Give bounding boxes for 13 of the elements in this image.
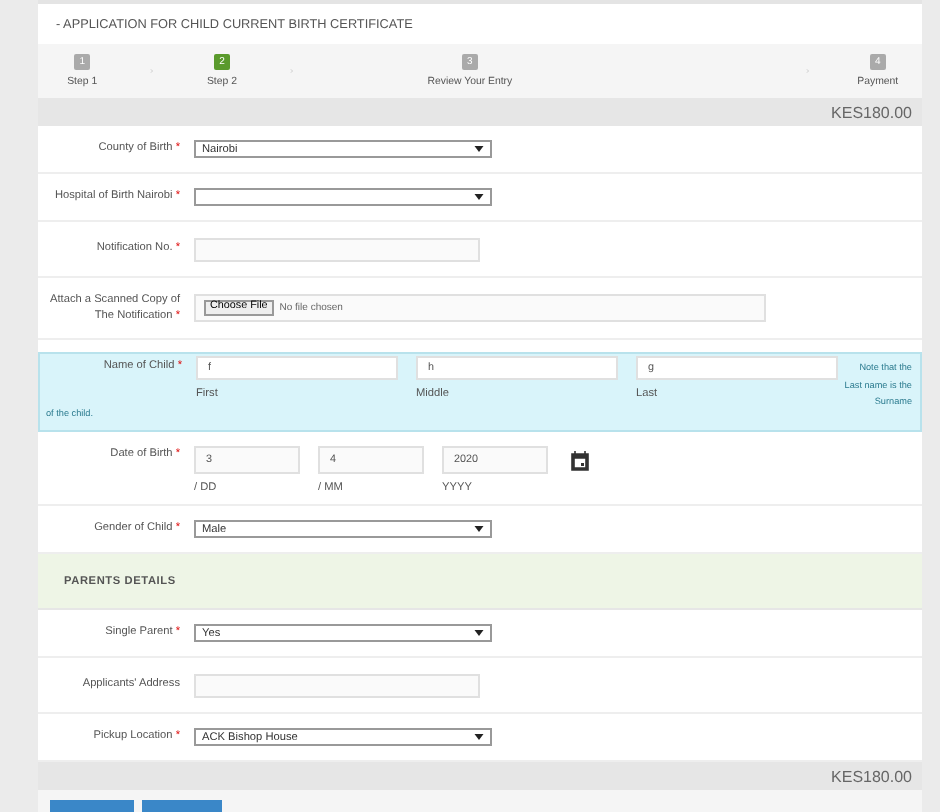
- dropdown-arrow-icon: [474, 734, 484, 740]
- fee-amount: KES180.00: [831, 103, 912, 121]
- dropdown-arrow-icon: [474, 146, 484, 152]
- input-field[interactable]: [194, 237, 480, 261]
- dropdown-arrow-icon: [474, 526, 484, 532]
- calendar-icon[interactable]: [570, 450, 590, 472]
- button[interactable]: [50, 800, 134, 812]
- input-field[interactable]: [194, 673, 480, 697]
- fee-amount: KES180.00: [831, 767, 912, 785]
- dropdown-arrow-icon: [474, 194, 484, 200]
- select-field[interactable]: [194, 188, 492, 206]
- dropdown-arrow-icon: [474, 630, 484, 636]
- button[interactable]: [142, 800, 222, 812]
